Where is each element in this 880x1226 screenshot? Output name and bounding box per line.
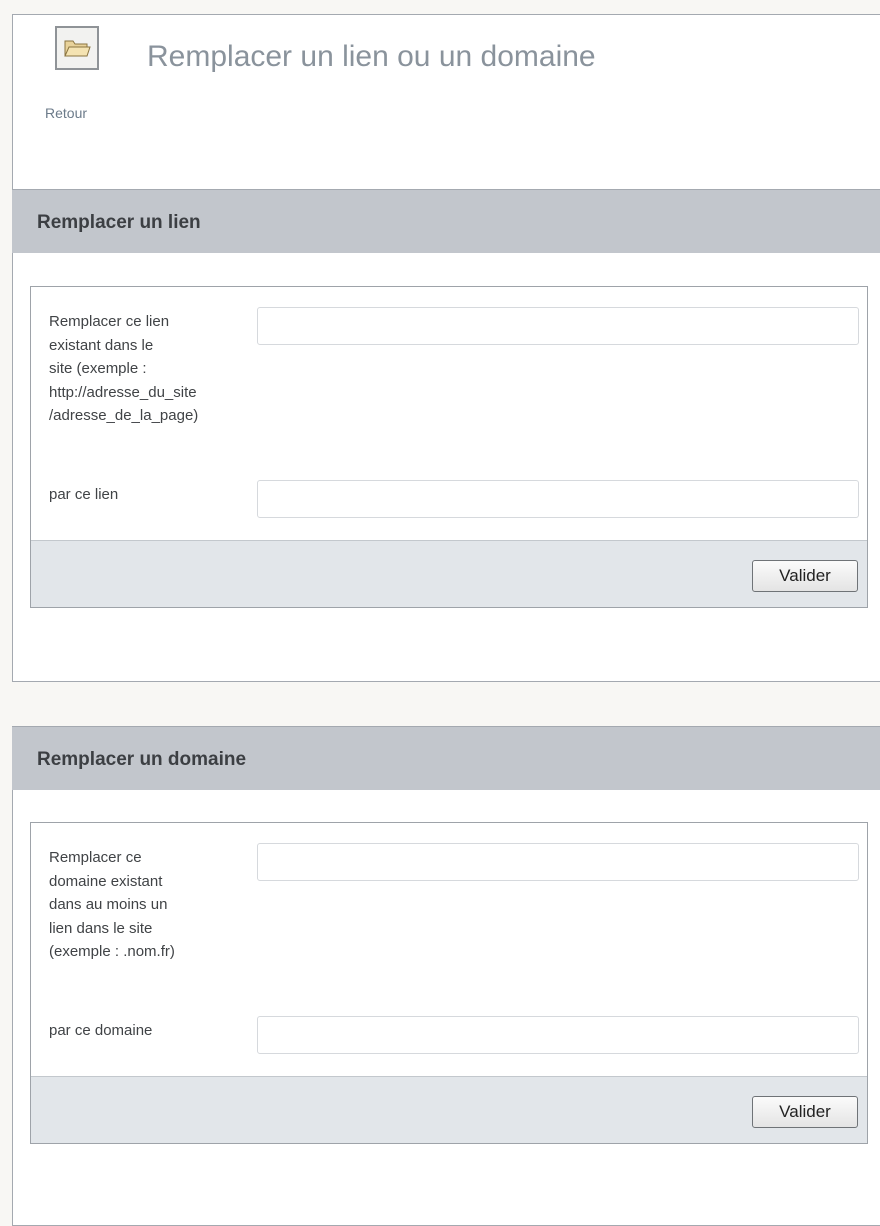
section-title-domain: Remplacer un domaine bbox=[37, 749, 247, 770]
existing-domain-input[interactable] bbox=[257, 843, 859, 881]
section-title-link: Remplacer un lien bbox=[37, 212, 201, 233]
existing-link-label: Remplacer ce lien existant dans le site … bbox=[49, 310, 259, 428]
section-header-domain: Remplacer un domaine bbox=[12, 726, 880, 790]
label-line: domaine existant bbox=[49, 872, 163, 890]
page: Retour Remplacer un lien ou un domaine R… bbox=[0, 0, 880, 1226]
label-line: par ce domaine bbox=[49, 1022, 153, 1039]
validate-link-button[interactable]: Valider bbox=[752, 560, 858, 592]
label-line: par ce lien bbox=[49, 486, 119, 503]
label-line: Remplacer ce lien bbox=[49, 313, 170, 330]
label-line: http://adresse_du_site bbox=[49, 383, 197, 401]
domain-form: Remplacer ce domaine existant dans au mo… bbox=[30, 822, 868, 1144]
back-label: Retour bbox=[45, 105, 88, 121]
new-link-label: par ce lien bbox=[49, 483, 259, 507]
form-footer: Valider bbox=[31, 540, 867, 607]
page-title: Remplacer un lien ou un domaine bbox=[147, 40, 596, 73]
label-line: Remplacer ce bbox=[49, 849, 142, 866]
validate-domain-button[interactable]: Valider bbox=[752, 1096, 858, 1128]
new-domain-input[interactable] bbox=[257, 1016, 859, 1054]
new-link-input[interactable] bbox=[257, 480, 859, 518]
label-line: (exemple : .nom.fr) bbox=[49, 943, 175, 960]
form-footer: Valider bbox=[31, 1076, 867, 1143]
existing-domain-label: Remplacer ce domaine existant dans au mo… bbox=[49, 846, 259, 964]
existing-link-input[interactable] bbox=[257, 307, 859, 345]
link-form: Remplacer ce lien existant dans le site … bbox=[30, 286, 868, 608]
section-header-link: Remplacer un lien bbox=[12, 189, 880, 253]
label-line: /adresse_de_la_page) bbox=[49, 407, 199, 424]
label-line: site (exemple : bbox=[49, 360, 147, 377]
new-domain-label: par ce domaine bbox=[49, 1019, 259, 1043]
label-line: dans au moins un bbox=[49, 896, 168, 913]
back-button[interactable]: Retour bbox=[45, 26, 117, 126]
label-line: lien dans le site bbox=[49, 919, 153, 937]
folder-icon bbox=[55, 26, 99, 70]
label-line: existant dans le bbox=[49, 336, 154, 354]
